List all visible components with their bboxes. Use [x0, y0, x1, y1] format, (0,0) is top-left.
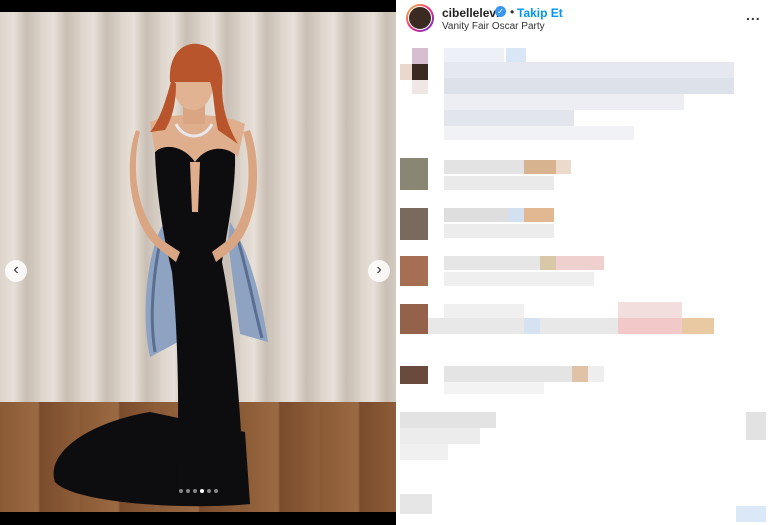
avatar[interactable]: [406, 4, 434, 32]
more-options-icon[interactable]: ...: [746, 7, 761, 23]
instagram-post: ‹ › cibellelevi ✓ • Takip Et Vanity Fair…: [0, 0, 770, 525]
carousel-dot: [178, 489, 183, 493]
carousel-dot: [206, 489, 211, 493]
carousel-indicator: [0, 480, 396, 498]
woman-in-black-gown: [53, 43, 268, 507]
location-link[interactable]: Vanity Fair Oscar Party: [442, 21, 545, 32]
verified-badge-icon: ✓: [495, 6, 506, 17]
carousel-prev-button[interactable]: ‹: [5, 260, 27, 282]
carousel-dot: [192, 489, 197, 493]
follow-button[interactable]: Takip Et: [517, 6, 563, 20]
comments-panel: cibellelevi ✓ • Takip Et Vanity Fair Osc…: [396, 0, 770, 525]
carousel-dot-active: [199, 489, 204, 493]
carousel-dot: [185, 489, 190, 493]
post-header: cibellelevi ✓ • Takip Et Vanity Fair Osc…: [396, 0, 770, 40]
separator-dot: •: [510, 5, 515, 19]
post-image[interactable]: ‹ ›: [0, 12, 396, 512]
carousel-dot: [213, 489, 218, 493]
username-link[interactable]: cibellelevi: [442, 6, 499, 20]
carousel-next-button[interactable]: ›: [368, 260, 390, 282]
